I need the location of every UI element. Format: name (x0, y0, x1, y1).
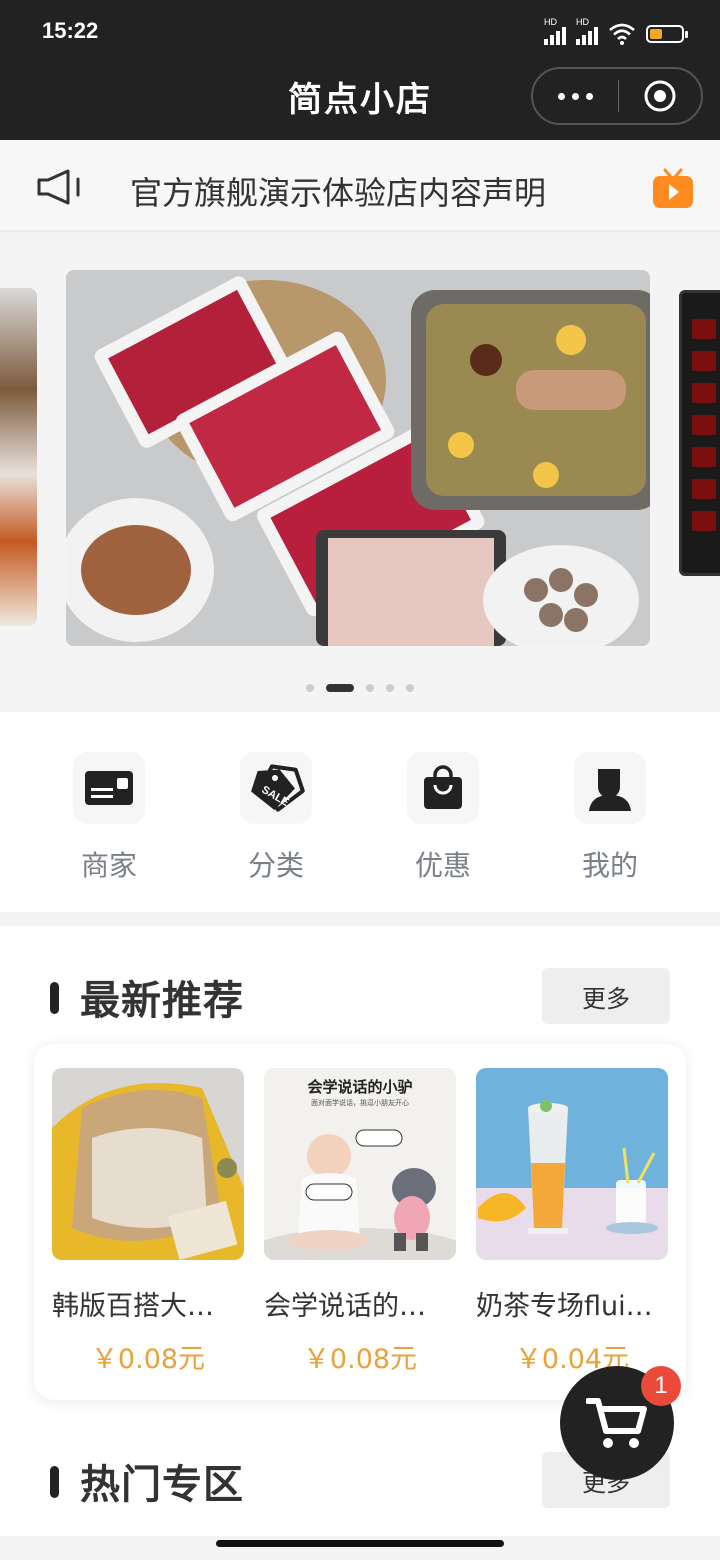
category-nav: 商家 SALE 分类 优惠 我的 (0, 712, 720, 912)
notice-bar[interactable]: 官方旗舰演示体验店内容声明 (0, 140, 720, 232)
banner-slide-prev[interactable] (0, 288, 37, 626)
section-marker (50, 1466, 59, 1498)
battery-icon (646, 25, 688, 43)
user-icon (574, 752, 646, 824)
product-item[interactable]: 韩版百搭大… ￥0.08元 (52, 1068, 244, 1376)
nav-item-label: 商家 (80, 849, 137, 882)
recommend-card: 韩版百搭大… ￥0.08元 会学说话的小驴 面对面学说话，挑逗小朋友开心 会学说… (34, 1044, 686, 1400)
nav-item-discount[interactable]: 优惠 (378, 752, 508, 884)
nav-item-mine[interactable]: 我的 (545, 752, 675, 884)
wifi-icon (609, 23, 635, 45)
banner-carousel[interactable] (0, 232, 720, 712)
hot-title: 热门专区 (80, 1462, 244, 1508)
product-price: ￥0.08元 (302, 1344, 418, 1375)
home-indicator[interactable] (216, 1540, 504, 1547)
sale-tag-icon: SALE (240, 752, 312, 824)
pagination-dot[interactable] (306, 684, 314, 692)
mini-program-capsule (531, 67, 703, 125)
status-time: 15:22 (42, 18, 99, 43)
pagination-dot[interactable] (366, 684, 374, 692)
pagination-dot-active[interactable] (326, 684, 354, 692)
signal-hd-label: HD (544, 17, 557, 27)
status-icons: HD HD (544, 17, 688, 48)
section-marker (50, 982, 59, 1014)
banner-pagination (0, 684, 720, 692)
product-image-donkey: 会学说话的小驴 面对面学说话，挑逗小朋友开心 (264, 1068, 456, 1260)
banner-slide-next[interactable] (679, 290, 720, 576)
nav-item-merchant[interactable]: 商家 (44, 752, 174, 884)
nav-item-label: 我的 (581, 849, 638, 882)
tv-icon[interactable] (652, 168, 694, 210)
app-header: 15:22 HD HD 简点小店 (0, 0, 720, 140)
product-image-bag (52, 1068, 244, 1260)
banner-slide-hotpot[interactable] (66, 270, 650, 646)
speaker-icon (37, 169, 80, 205)
battery-level (650, 29, 662, 39)
cart-icon (586, 1398, 647, 1448)
recommend-header: 最新推荐 更多 (50, 968, 670, 1024)
hotpot-image (66, 270, 650, 646)
notice-text: 官方旗舰演示体验店内容声明 (130, 174, 547, 212)
recommend-title: 最新推荐 (80, 978, 244, 1024)
record-circle-icon[interactable] (619, 79, 701, 113)
cart-count-badge: 1 (641, 1366, 681, 1406)
product-image-milk-tea (476, 1068, 668, 1260)
product-item[interactable]: 奶茶专场flui… ￥0.04元 (476, 1068, 668, 1376)
nav-item-label: 分类 (247, 849, 304, 882)
store-card-icon (73, 752, 145, 824)
nav-item-label: 优惠 (414, 849, 471, 882)
product-name: 韩版百搭大… (52, 1291, 214, 1322)
signal-hd-label: HD (576, 17, 589, 27)
more-dots-icon[interactable] (533, 92, 618, 100)
nav-item-category[interactable]: SALE 分类 (211, 752, 341, 884)
product-price: ￥0.08元 (90, 1344, 206, 1375)
product-name: 会学说话的… (264, 1291, 426, 1322)
product-name: 奶茶专场flui… (476, 1291, 653, 1322)
pagination-dot[interactable] (406, 684, 414, 692)
signal-icon: HD (544, 17, 566, 45)
signal-icon: HD (576, 17, 598, 45)
product-item[interactable]: 会学说话的小驴 面对面学说话，挑逗小朋友开心 会学说话的… ￥0.08元 (264, 1068, 456, 1376)
shopping-bag-icon (407, 752, 479, 824)
recommend-more-button[interactable]: 更多 (542, 968, 670, 1024)
pagination-dot[interactable] (386, 684, 394, 692)
